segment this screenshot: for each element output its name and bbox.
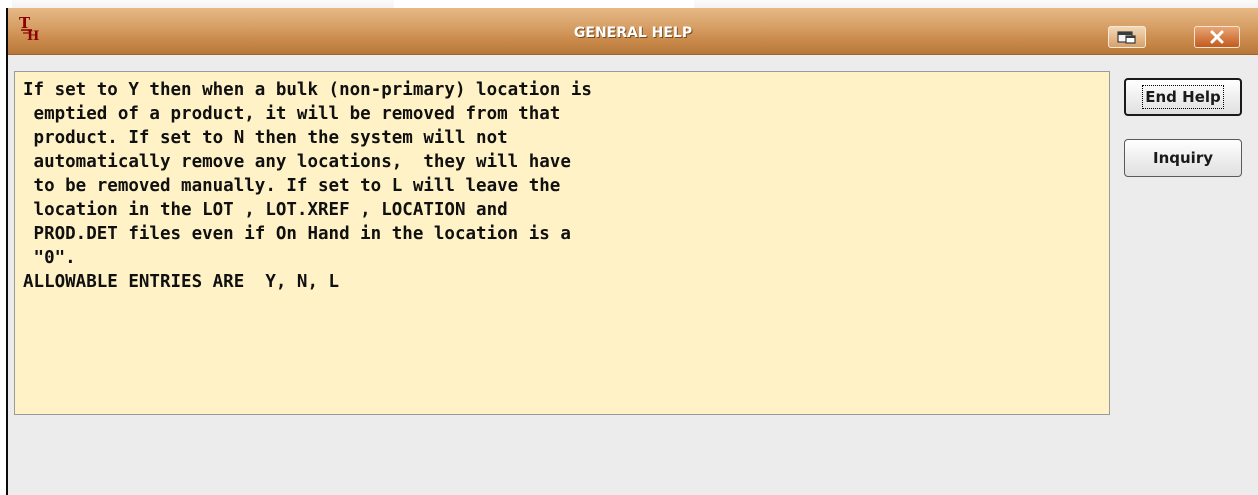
help-text-line: location in the LOT , LOT.XREF , LOCATIO… bbox=[23, 200, 508, 220]
help-text-panel: If set to Y then when a bulk (non-primar… bbox=[14, 71, 1110, 415]
window-title: GENERAL HELP bbox=[573, 25, 693, 41]
allowable-entries-line: ALLOWABLE ENTRIES ARE Y, N, L bbox=[23, 272, 340, 292]
title-bar[interactable]: T H GENERAL HELP bbox=[8, 8, 1258, 55]
inquiry-button[interactable]: Inquiry bbox=[1124, 139, 1242, 177]
help-text-line: "0". bbox=[23, 248, 76, 268]
inquiry-label: Inquiry bbox=[1153, 149, 1213, 167]
help-text-line: PROD.DET files even if On Hand in the lo… bbox=[23, 224, 571, 244]
restore-icon bbox=[1117, 31, 1136, 44]
close-icon bbox=[1210, 30, 1224, 44]
close-button[interactable] bbox=[1194, 26, 1240, 48]
restore-button[interactable] bbox=[1108, 26, 1146, 48]
help-text-line: to be removed manually. If set to L will… bbox=[23, 176, 561, 196]
help-text-line: automatically remove any locations, they… bbox=[23, 152, 571, 172]
help-text-line: product. If set to N then the system wil… bbox=[23, 128, 508, 148]
help-text-line: If set to Y then when a bulk (non-primar… bbox=[23, 80, 592, 100]
help-text-line: emptied of a product, it will be removed… bbox=[23, 104, 561, 124]
general-help-window: T H GENERAL HELP If set to Y then when a… bbox=[6, 8, 1258, 495]
end-help-button[interactable]: End Help bbox=[1124, 78, 1242, 116]
end-help-label: End Help bbox=[1142, 85, 1224, 109]
